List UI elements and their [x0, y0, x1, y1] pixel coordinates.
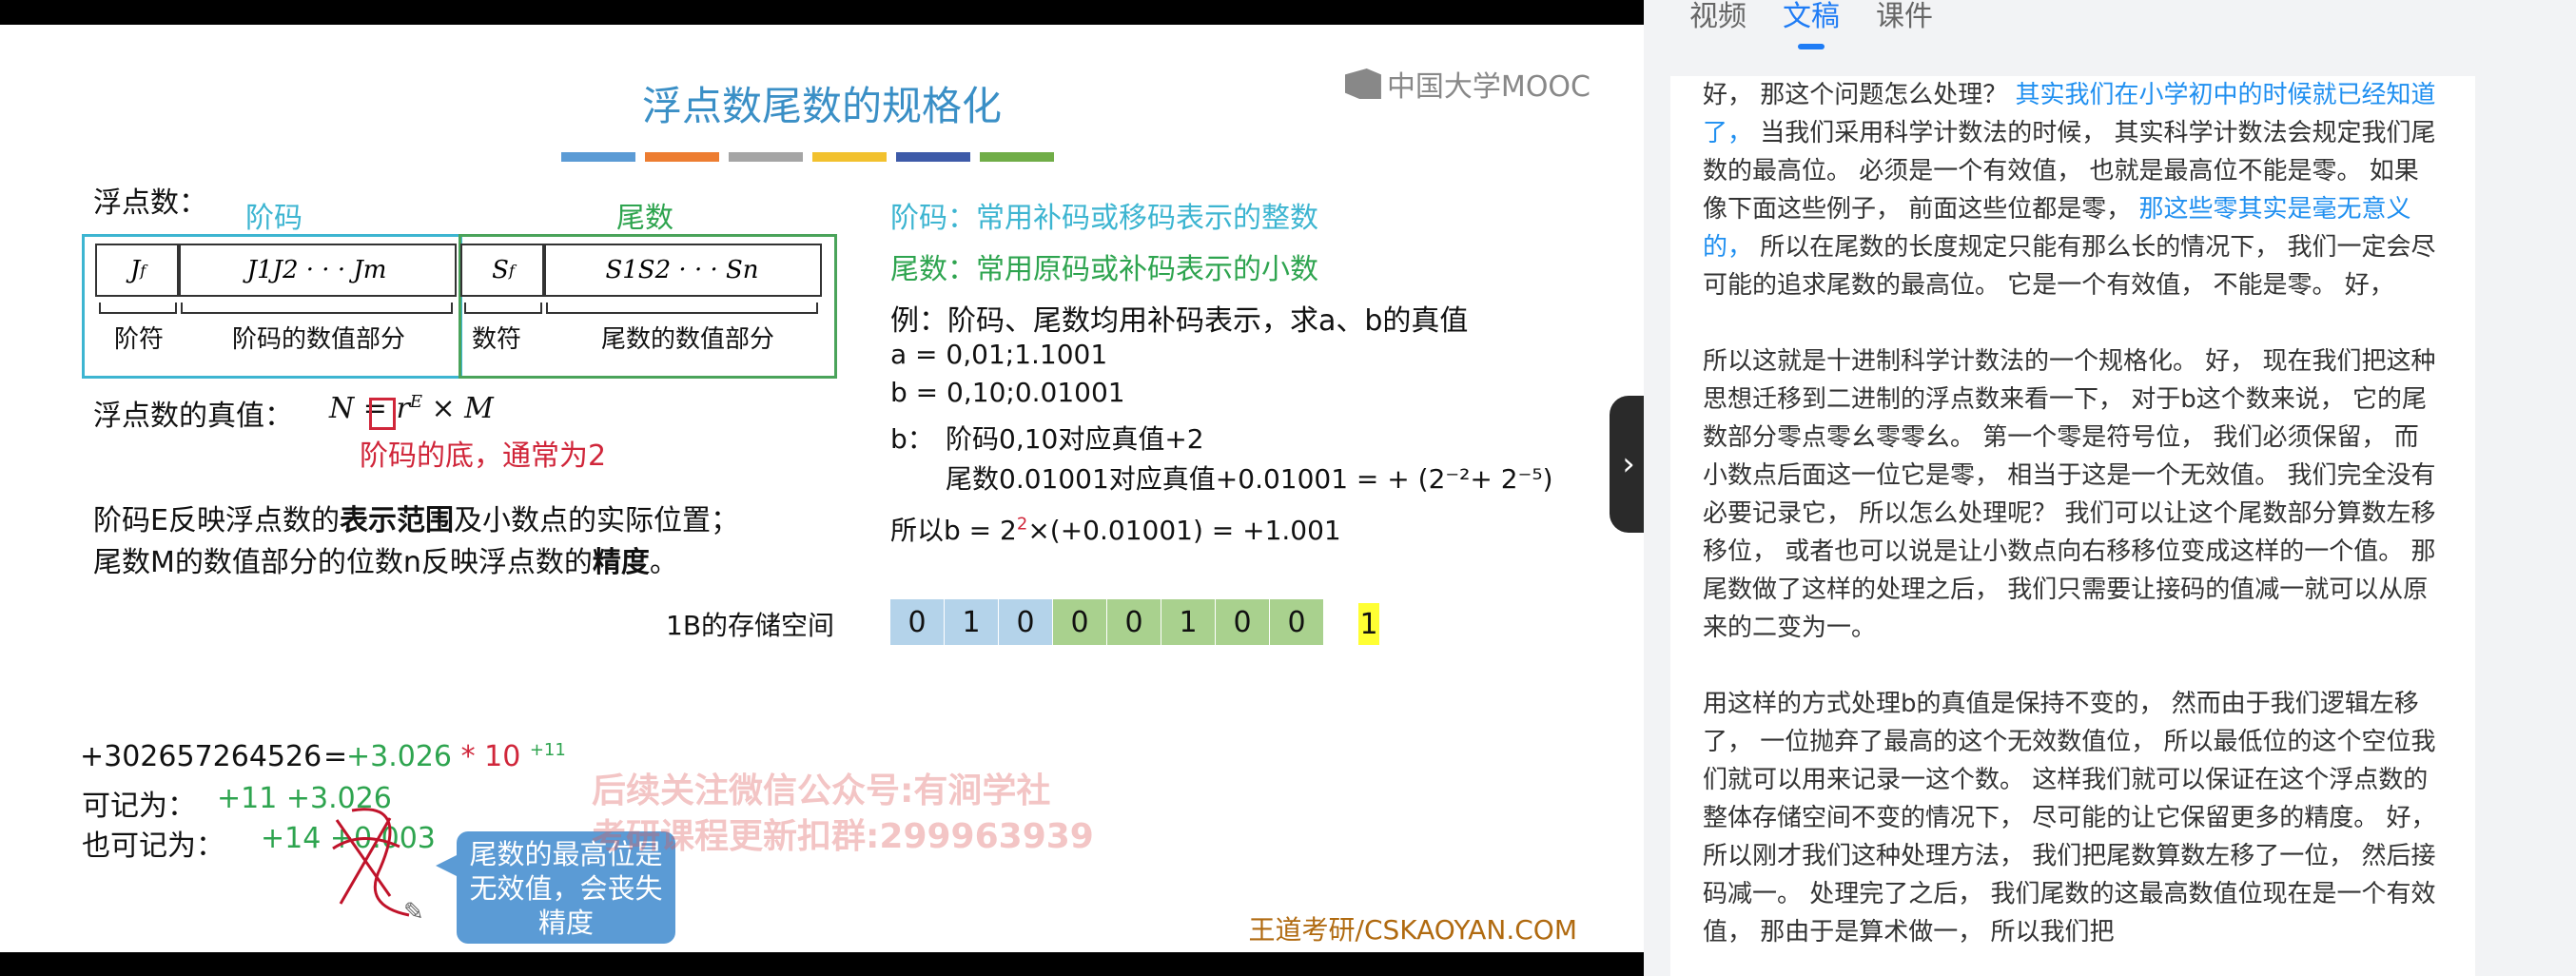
cell-jf: Jf	[95, 244, 181, 297]
title-bar-segment	[896, 152, 970, 162]
true-value-label: 浮点数的真值：	[93, 400, 293, 433]
storage-label: 1B的存储空间	[666, 610, 835, 641]
precision-line: 尾数M的数值部分的位数n反映浮点数的精度。	[93, 538, 678, 580]
label-shufu: 数符	[472, 325, 522, 354]
storage-bit: 0	[890, 599, 944, 645]
tab-0[interactable]: 视频	[1689, 0, 1747, 34]
title-bar-segment	[729, 152, 803, 162]
label-jiefu: 阶符	[114, 325, 165, 354]
tab-1[interactable]: 文稿	[1783, 0, 1840, 34]
sci-equals: =	[323, 740, 348, 773]
cell-jf-sub: f	[140, 261, 146, 280]
record1-label: 可记为：	[82, 790, 196, 823]
title-bar-segment	[812, 152, 887, 162]
storage-bits: 01000100	[890, 599, 1324, 645]
sci-mantissa: +3.026	[346, 740, 453, 773]
storage-bit: 0	[1216, 599, 1269, 645]
jiema-header: 阶码	[245, 202, 302, 235]
video-player[interactable]: 浮点数尾数的规格化 中国大学MOOC 浮点数： 阶码 尾数 Jf J1J2 · …	[0, 0, 1644, 976]
storage-bit: 0	[999, 599, 1052, 645]
sci-number: +302657264526	[80, 740, 322, 773]
storage-bit: 0	[1107, 599, 1161, 645]
extra-bit: 1	[1358, 603, 1379, 645]
b-label: b：	[890, 423, 934, 455]
range-line-pre: 阶码E反映浮点数的	[93, 504, 340, 537]
cell-jiema-digits: J1J2 · · · Jm	[177, 244, 457, 297]
cell-sf-text: S	[492, 256, 509, 284]
label-weishu-value: 尾数的数值部分	[601, 325, 775, 354]
lecture-slide: 浮点数尾数的规格化 中国大学MOOC 浮点数： 阶码 尾数 Jf J1J2 · …	[0, 25, 1644, 952]
range-line-post: 及小数点的实际位置；	[453, 504, 739, 537]
record2-label: 也可记为：	[82, 830, 224, 863]
chevron-right-icon: ›	[1622, 445, 1635, 483]
mooc-logo-text: 中国大学MOOC	[1386, 70, 1590, 104]
mooc-logo: 中国大学MOOC	[1344, 63, 1590, 105]
tab-2[interactable]: 课件	[1876, 0, 1933, 34]
sci-times: * 10	[460, 740, 521, 773]
b-result: 所以b = 22×(+0.01001) = +1.001	[890, 510, 1341, 548]
collapse-panel-button[interactable]: ›	[1610, 396, 1648, 533]
range-line: 阶码E反映浮点数的表示范围及小数点的实际位置；	[93, 497, 739, 538]
slide-footer: 王道考研/CSKAOYAN.COM	[1248, 914, 1577, 946]
formula-e: E	[409, 392, 422, 412]
storage-bit: 1	[1161, 599, 1215, 645]
cell-sf-sub: f	[508, 261, 515, 280]
range-line-bold: 表示范围	[339, 504, 454, 537]
b-step1: 阶码0,10对应真值+2	[946, 423, 1204, 455]
side-panel: 视频 文稿 课件 好， 那这个问题怎么处理？ 其实我们在小学初中的时候就已经知道了，…	[1644, 0, 2576, 976]
base-note: 阶码的底，通常为2	[360, 439, 607, 473]
title-bar-segment	[980, 152, 1054, 162]
pen-icon: ✎	[403, 898, 424, 927]
watermark-line1: 后续关注微信公众号:有涧学社	[592, 771, 1051, 810]
transcript-text: 好， 那这个问题怎么处理？	[1703, 81, 2016, 109]
transcript[interactable]: 好， 那这个问题怎么处理？ 其实我们在小学初中的时候就已经知道了， 当我们采用科…	[1670, 76, 2475, 976]
b-result-post: ×(+0.01001) = +1.001	[1027, 515, 1341, 546]
cell-jf-text: J	[129, 256, 141, 284]
b-step2: 尾数0.01001对应真值+0.01001 = + (2⁻²+ 2⁻⁵)	[946, 463, 1553, 495]
formula-m: × M	[431, 392, 494, 425]
watermark-line2: 考研课程更新扣群:299963939	[592, 817, 1094, 856]
base-highlight-box	[369, 398, 396, 430]
true-value-formula: N = rE × M	[329, 392, 494, 425]
title-bar-segment	[561, 152, 635, 162]
weishu-header: 尾数	[616, 202, 673, 235]
b-result-pre: 所以b = 2	[890, 515, 1017, 546]
jiema-description: 阶码：常用补码或移码表示的整数	[890, 202, 1318, 235]
title-bar-segment	[645, 152, 719, 162]
storage-bit: 1	[945, 599, 998, 645]
title-color-bar	[561, 152, 1054, 162]
sci-notation: +3.026 * 10 +11	[346, 740, 566, 773]
precision-line-pre: 尾数M的数值部分的位数n反映浮点数的	[93, 546, 593, 579]
brace-jf	[99, 303, 177, 314]
transcript-paragraph: 好， 那这个问题怎么处理？ 其实我们在小学初中的时候就已经知道了， 当我们采用科…	[1703, 76, 2437, 304]
storage-bit: 0	[1053, 599, 1106, 645]
cell-sf: Sf	[460, 244, 546, 297]
transcript-paragraph: 所以这就是十进制科学计数法的一个规格化。 好， 现在我们把这种思想迁移到二进制的…	[1703, 347, 2436, 642]
storage-bit: 0	[1270, 599, 1323, 645]
b-value: b = 0,10;0.01001	[890, 377, 1125, 408]
precision-line-bold: 精度	[592, 546, 650, 579]
cell-weishu-digits: S1S2 · · · Sn	[542, 244, 822, 297]
b-result-sup: 2	[1016, 514, 1028, 535]
example-statement: 例：阶码、尾数均用补码表示，求a、b的真值	[890, 304, 1469, 338]
label-jiema-value: 阶码的数值部分	[232, 325, 406, 354]
panel-tabs: 视频 文稿 课件	[1689, 0, 1933, 34]
mooc-logo-icon	[1344, 68, 1381, 99]
brace-sf	[464, 303, 542, 314]
sci-exponent: +11	[529, 740, 566, 760]
transcript-paragraph: 用这样的方式处理b的真值是保持不变的， 然而由于我们逻辑左移了， 一位抛弃了最高…	[1703, 690, 2436, 947]
brace-jiema	[181, 303, 453, 314]
float-label: 浮点数：	[93, 186, 207, 220]
precision-line-post: 。	[649, 546, 678, 579]
a-value: a = 0,01;1.1001	[890, 339, 1108, 370]
brace-weishu	[546, 303, 818, 314]
weishu-description: 尾数：常用原码或补码表示的小数	[890, 253, 1318, 286]
transcript-text: 所以在尾数的长度规定只能有那么长的情况下， 我们一定会尽可能的追求尾数的最高位。…	[1703, 233, 2436, 300]
